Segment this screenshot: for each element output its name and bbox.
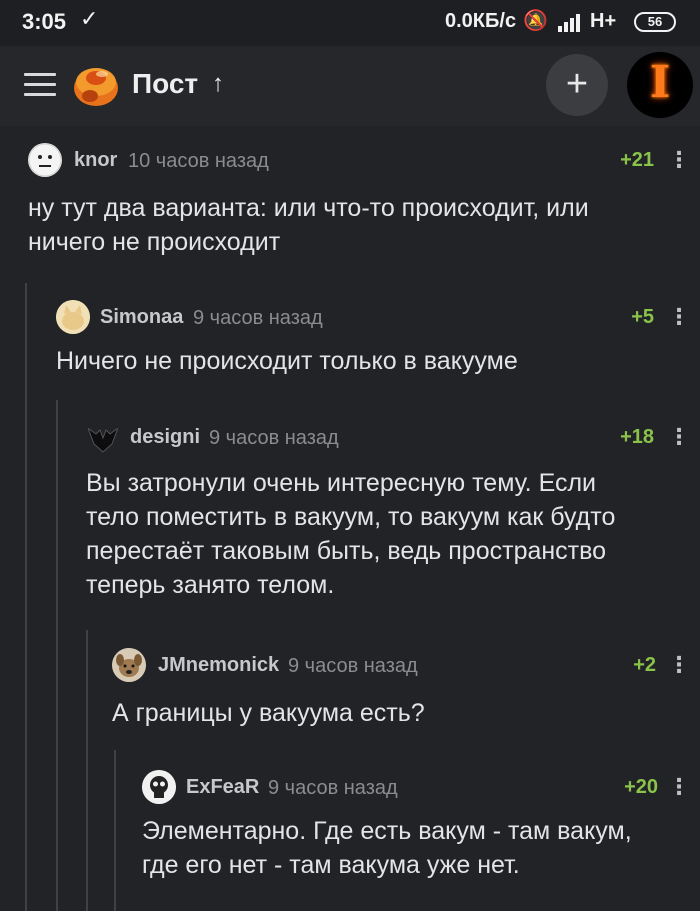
pikabu-logo-icon[interactable] (70, 58, 122, 110)
comment-time: 9 часов назад (193, 307, 323, 329)
add-post-button[interactable]: + (546, 54, 608, 116)
dog-icon (112, 648, 146, 682)
network-speed: 0.0КБ/с (445, 10, 517, 32)
menu-icon[interactable] (24, 73, 56, 97)
status-time: 3:05 (22, 9, 67, 34)
cat-icon (56, 300, 90, 334)
comment-author[interactable]: knor (74, 149, 117, 172)
comment-text: Элементарно. Где есть вакум - там вакум,… (142, 817, 632, 879)
neutral-face-icon (28, 143, 62, 177)
comment-time: 9 часов назад (209, 427, 339, 449)
comment: designi 9 часов назад +18 ⋮ Вы затронули… (86, 420, 690, 610)
network-type: H+ (590, 10, 617, 32)
comment-rating: +18 (620, 426, 654, 448)
thread-line (86, 630, 88, 911)
skull-icon (142, 770, 176, 804)
more-icon[interactable]: ⋮ (668, 652, 690, 678)
comment-rating: +20 (624, 776, 658, 798)
status-bar: 3:05 ✓ 0.0КБ/с 🔕 H+ 56 (0, 0, 700, 46)
more-icon[interactable]: ⋮ (668, 774, 690, 800)
comment-text: Ничего не происходит только в вакууме (56, 347, 518, 375)
app-bar: Пост ↑ + I (0, 46, 700, 126)
comment-author[interactable]: JMnemonick (158, 654, 279, 677)
comment-text: ну тут два варианта: или что-то происход… (28, 194, 589, 256)
battery-icon: 56 (634, 12, 676, 32)
comment-author[interactable]: designi (130, 426, 200, 449)
page-title: Пост (132, 68, 199, 99)
avatar[interactable] (142, 770, 176, 804)
check-icon: ✓ (80, 6, 99, 31)
comment: JMnemonick 9 часов назад +2 ⋮ А границы … (112, 648, 690, 738)
comment-author[interactable]: ExFeaR (186, 776, 259, 799)
thread-line (25, 283, 27, 911)
more-icon[interactable]: ⋮ (668, 304, 690, 330)
avatar[interactable] (28, 143, 62, 177)
comment-rating: +21 (620, 149, 654, 171)
comment-text: А границы у вакуума есть? (112, 699, 425, 727)
avatar[interactable] (112, 648, 146, 682)
thread-line (114, 750, 116, 911)
comment: Simonaa 9 часов назад +5 ⋮ Ничего не про… (56, 300, 690, 390)
comment-text: Вы затронули очень интересную тему. Если… (86, 469, 616, 599)
comment-rating: +5 (631, 306, 654, 328)
avatar[interactable] (86, 420, 120, 454)
comment: ExFeaR 9 часов назад +20 ⋮ Элементарно. … (142, 770, 690, 900)
signal-icon (558, 14, 580, 32)
arrow-up-icon[interactable]: ↑ (212, 70, 224, 98)
comment-time: 9 часов назад (268, 777, 398, 799)
avatar[interactable] (56, 300, 90, 334)
user-avatar[interactable]: I (627, 52, 693, 118)
comment-time: 9 часов назад (288, 655, 418, 677)
bell-muted-icon: 🔕 (523, 10, 548, 32)
comment-rating: +2 (633, 654, 656, 676)
more-icon[interactable]: ⋮ (668, 424, 690, 450)
thread-line (56, 400, 58, 911)
bat-icon (86, 426, 120, 453)
comment-time: 10 часов назад (128, 150, 269, 172)
comment-author[interactable]: Simonaa (100, 306, 183, 329)
avatar-letter: I (649, 57, 671, 108)
comment: knor 10 часов назад +21 ⋮ ну тут два вар… (28, 143, 690, 263)
more-icon[interactable]: ⋮ (668, 147, 690, 173)
